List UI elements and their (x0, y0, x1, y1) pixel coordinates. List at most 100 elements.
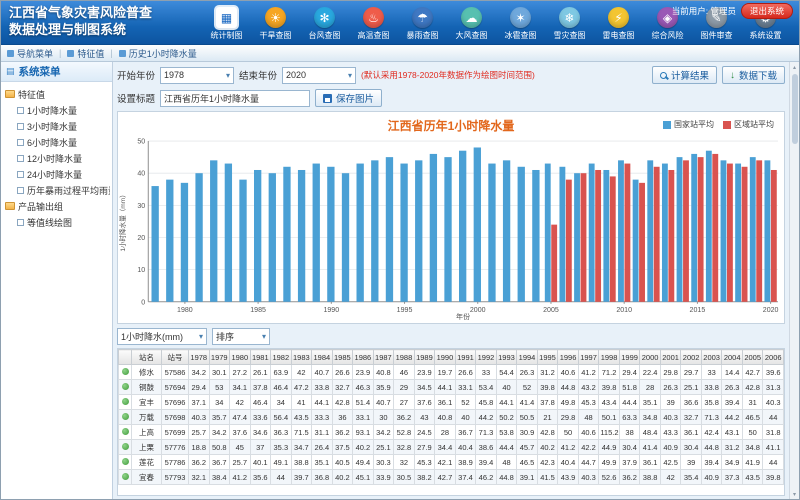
checkbox-icon[interactable] (17, 219, 24, 226)
station-map-cell[interactable] (119, 380, 132, 395)
sidebar-item-0-0[interactable]: 1小时降水量 (3, 102, 110, 118)
calc-button[interactable]: 计算结果 (652, 66, 717, 84)
sidebar-item-0-2[interactable]: 6小时降水量 (3, 134, 110, 150)
station-map-icon[interactable] (122, 473, 129, 480)
start-year-select[interactable]: 1978 ▾ (160, 67, 234, 84)
sidebar-item-1-0[interactable]: 等值线绘图 (3, 214, 110, 230)
station-map-cell[interactable] (119, 365, 132, 380)
nav-item-typhoon[interactable]: ✻台风查图 (301, 7, 348, 42)
year-header-2000[interactable]: 2000 (640, 350, 661, 365)
nav-item-heat[interactable]: ♨高温查图 (350, 7, 397, 42)
year-header-1991[interactable]: 1991 (455, 350, 476, 365)
nav-item-hail[interactable]: ✶冰雹查图 (497, 7, 544, 42)
value-cell: 40.7 (373, 395, 394, 410)
year-header-1979[interactable]: 1979 (209, 350, 230, 365)
station-name-header[interactable]: 站名 (132, 350, 162, 365)
table-row[interactable]: 宜丰5769637.1344246.4344144.142.851.440.72… (119, 395, 784, 410)
table-row[interactable]: 铜鼓5769429.45334.137.846.447.233.832.746.… (119, 380, 784, 395)
year-header-1988[interactable]: 1988 (394, 350, 415, 365)
sidebar-item-0-1[interactable]: 3小时降水量 (3, 118, 110, 134)
year-header-1982[interactable]: 1982 (271, 350, 292, 365)
year-header-1984[interactable]: 1984 (312, 350, 333, 365)
checkbox-icon[interactable] (17, 155, 24, 162)
sidebar-group-0[interactable]: 特征值 (3, 86, 110, 102)
chart-title-input[interactable] (160, 90, 310, 107)
sidebar-group-1[interactable]: 产品输出组 (3, 198, 110, 214)
station-map-cell[interactable] (119, 455, 132, 470)
station-map-icon[interactable] (122, 458, 129, 465)
year-header-2003[interactable]: 2003 (701, 350, 722, 365)
sidebar-item-0-5[interactable]: 历年暴雨过程平均雨量 (3, 182, 110, 198)
value-cell: 37.1 (189, 395, 210, 410)
checkbox-icon[interactable] (17, 107, 24, 114)
year-header-1989[interactable]: 1989 (414, 350, 435, 365)
station-map-cell[interactable] (119, 395, 132, 410)
tab-item-1[interactable]: 特征值 (67, 47, 104, 60)
year-header-1985[interactable]: 1985 (332, 350, 353, 365)
checkbox-icon[interactable] (17, 123, 24, 130)
save-image-button[interactable]: 保存图片 (315, 89, 382, 107)
value-type-label: 1小时降水(mm) (121, 330, 183, 343)
table-row[interactable]: 修水5758634.230.127.226.163.94240.726.623.… (119, 365, 784, 380)
station-map-icon[interactable] (122, 398, 129, 405)
year-header-1986[interactable]: 1986 (353, 350, 374, 365)
table-row[interactable]: 万载5769840.335.747.433.656.443.533.33633.… (119, 410, 784, 425)
nav-item-rain[interactable]: ☂暴雨查图 (399, 7, 446, 42)
end-year-select[interactable]: 2020 ▾ (282, 67, 356, 84)
station-map-icon[interactable] (122, 443, 129, 450)
year-header-1983[interactable]: 1983 (291, 350, 312, 365)
table-row[interactable]: 上栗5777618.850.8453735.334.726.437.540.22… (119, 440, 784, 455)
year-header-1980[interactable]: 1980 (230, 350, 251, 365)
scroll-down-icon[interactable]: ▾ (790, 489, 799, 499)
year-header-1996[interactable]: 1996 (558, 350, 579, 365)
year-header-2001[interactable]: 2001 (660, 350, 681, 365)
year-header-1999[interactable]: 1999 (619, 350, 640, 365)
station-map-icon[interactable] (122, 383, 129, 390)
tab-item-2[interactable]: 历史1小时降水量 (119, 47, 197, 60)
table-row[interactable]: 宜春5779332.138.441.235.64439.736.840.245.… (119, 470, 784, 485)
year-header-1992[interactable]: 1992 (476, 350, 497, 365)
nav-item-wind[interactable]: ☁大风查图 (448, 7, 495, 42)
year-header-1987[interactable]: 1987 (373, 350, 394, 365)
year-header-1997[interactable]: 1997 (578, 350, 599, 365)
nav-item-snow[interactable]: ❄雪灾查图 (546, 7, 593, 42)
year-header-1981[interactable]: 1981 (250, 350, 271, 365)
year-header-1978[interactable]: 1978 (189, 350, 210, 365)
station-map-icon[interactable] (122, 428, 129, 435)
station-map-icon[interactable] (122, 413, 129, 420)
year-header-2006[interactable]: 2006 (763, 350, 784, 365)
nav-item-sun[interactable]: ☀干旱查图 (252, 7, 299, 42)
svg-text:年份: 年份 (456, 312, 470, 320)
checkbox-icon[interactable] (17, 171, 24, 178)
table-row[interactable]: 莲花5778636.236.725.740.149.138.835.140.54… (119, 455, 784, 470)
table-row[interactable]: 上高5769925.734.237.634.636.371.531.136.29… (119, 425, 784, 440)
year-header-2004[interactable]: 2004 (722, 350, 743, 365)
station-map-cell[interactable] (119, 425, 132, 440)
station-id-header[interactable]: 站号 (162, 350, 189, 365)
vertical-scrollbar[interactable]: ▴ ▾ (789, 62, 799, 499)
sidebar-item-0-3[interactable]: 12小时降水量 (3, 150, 110, 166)
nav-item-chart[interactable]: ▦统计制图 (203, 7, 250, 42)
year-header-1995[interactable]: 1995 (537, 350, 558, 365)
year-header-1994[interactable]: 1994 (517, 350, 538, 365)
sort-select[interactable]: 排序 ▾ (212, 328, 270, 345)
download-button[interactable]: ↓ 数据下载 (722, 66, 785, 84)
station-map-cell[interactable] (119, 440, 132, 455)
station-map-cell[interactable] (119, 410, 132, 425)
year-header-1993[interactable]: 1993 (496, 350, 517, 365)
value-type-select[interactable]: 1小时降水(mm) ▾ (117, 328, 207, 345)
year-header-1990[interactable]: 1990 (435, 350, 456, 365)
sidebar-item-0-4[interactable]: 24小时降水量 (3, 166, 110, 182)
nav-item-lightning[interactable]: ⚡雷电查图 (595, 7, 642, 42)
year-header-2005[interactable]: 2005 (742, 350, 763, 365)
checkbox-icon[interactable] (17, 139, 24, 146)
station-map-icon[interactable] (122, 368, 129, 375)
year-header-1998[interactable]: 1998 (599, 350, 620, 365)
scrollbar-thumb[interactable] (792, 74, 798, 144)
scroll-up-icon[interactable]: ▴ (790, 62, 799, 72)
year-header-2002[interactable]: 2002 (681, 350, 702, 365)
station-map-cell[interactable] (119, 470, 132, 485)
tab-item-0[interactable]: 导航菜单 (7, 47, 53, 60)
logout-button[interactable]: 退出系统 (741, 3, 793, 19)
checkbox-icon[interactable] (17, 187, 24, 194)
